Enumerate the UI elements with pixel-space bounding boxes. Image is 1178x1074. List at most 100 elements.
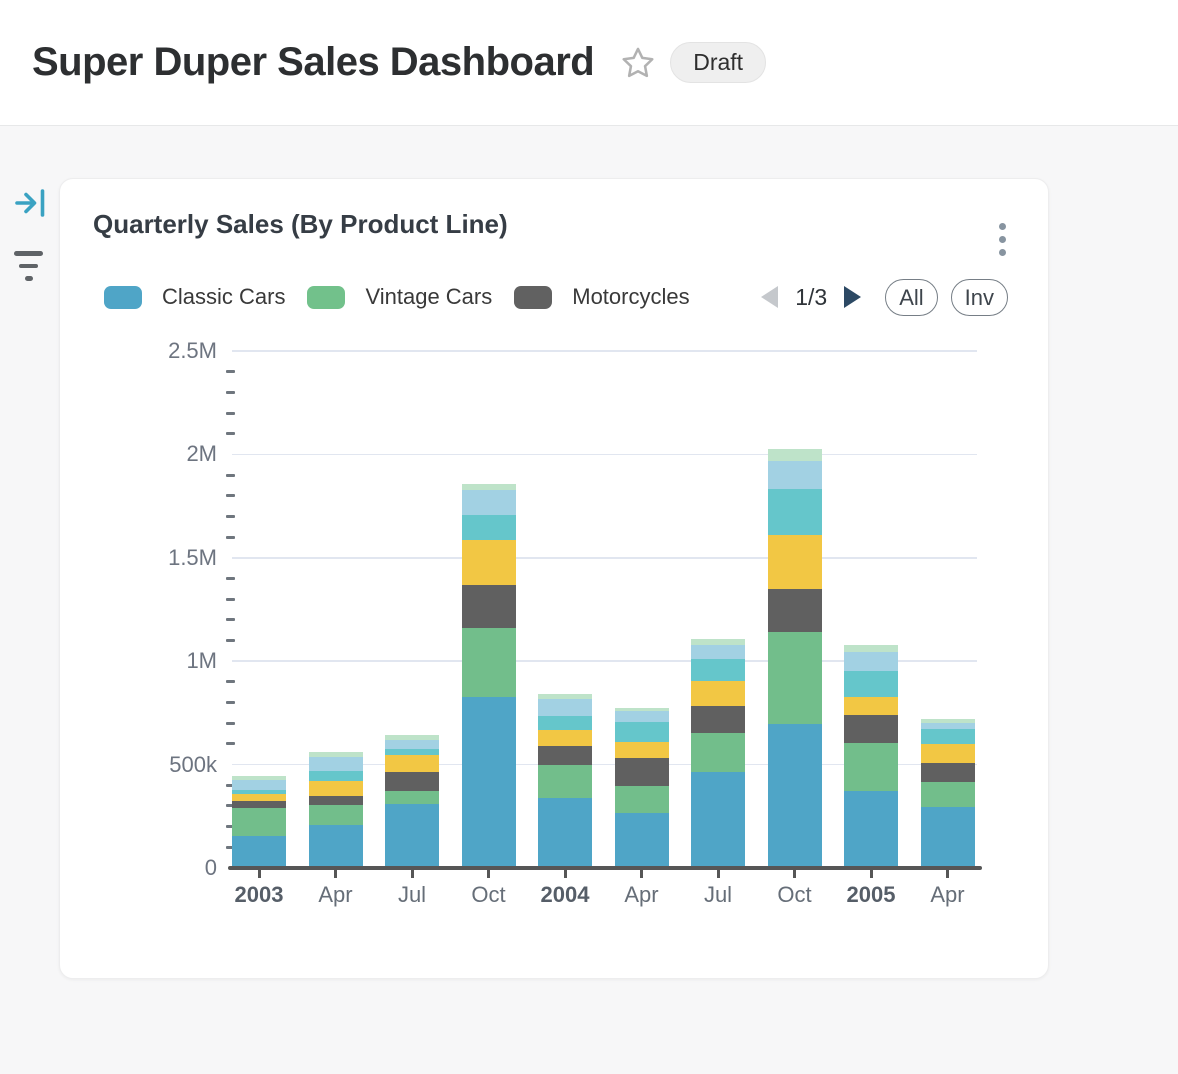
bar-segment[interactable] [385, 749, 439, 755]
bar-segment[interactable] [232, 790, 286, 794]
bar-segment[interactable] [768, 449, 822, 462]
y-minor-tick [226, 515, 235, 518]
bar-segment[interactable] [844, 671, 898, 697]
bar-segment[interactable] [309, 771, 363, 781]
bar-segment[interactable] [385, 804, 439, 868]
bar-segment[interactable] [232, 794, 286, 802]
bar-segment[interactable] [232, 836, 286, 868]
bar-segment[interactable] [615, 813, 669, 868]
expand-panel-icon[interactable] [14, 188, 48, 223]
y-minor-tick [226, 370, 235, 373]
bar-segment[interactable] [232, 808, 286, 836]
bar-segment[interactable] [691, 706, 745, 733]
bar-segment[interactable] [462, 484, 516, 491]
bar-segment[interactable] [615, 786, 669, 813]
bar-segment[interactable] [768, 589, 822, 632]
bar-segment[interactable] [309, 825, 363, 868]
bar-segment[interactable] [309, 805, 363, 825]
bar-segment[interactable] [844, 652, 898, 671]
bar-segment[interactable] [232, 776, 286, 780]
y-minor-tick [226, 680, 235, 683]
bar-segment[interactable] [691, 772, 745, 868]
bar-segment[interactable] [844, 743, 898, 791]
bar-segment[interactable] [768, 461, 822, 489]
y-axis-label: 2M [137, 441, 217, 467]
bar-segment[interactable] [921, 807, 975, 868]
filter-icon[interactable] [14, 251, 48, 281]
bar-segment[interactable] [232, 780, 286, 790]
bar-segment[interactable] [538, 765, 592, 799]
bar-segment[interactable] [538, 694, 592, 699]
bar-segment[interactable] [462, 585, 516, 628]
bar-segment[interactable] [462, 515, 516, 540]
bar-segment[interactable] [615, 742, 669, 758]
bar-segment[interactable] [538, 716, 592, 730]
bar-segment[interactable] [385, 755, 439, 772]
bar-segment[interactable] [309, 757, 363, 771]
x-axis-tick [717, 870, 720, 878]
bar-segment[interactable] [691, 659, 745, 682]
bar-segment[interactable] [921, 763, 975, 782]
x-axis-tick [411, 870, 414, 878]
bar-segment[interactable] [385, 735, 439, 740]
y-axis-label: 2.5M [137, 338, 217, 364]
bar-segment[interactable] [462, 490, 516, 515]
bar-segment[interactable] [844, 791, 898, 868]
bar-segment[interactable] [921, 782, 975, 807]
y-minor-tick [226, 412, 235, 415]
bar-segment[interactable] [615, 711, 669, 722]
bar-segment[interactable] [768, 632, 822, 724]
bar-segment[interactable] [232, 801, 286, 808]
bar-segment[interactable] [462, 697, 516, 868]
bar-segment[interactable] [462, 628, 516, 697]
bar-segment[interactable] [538, 699, 592, 716]
bar-segment[interactable] [538, 798, 592, 868]
stacked-bar-chart: 2.5M2M1.5M1M500k02003AprJulOct2004AprJul… [60, 179, 1048, 978]
y-minor-tick [226, 598, 235, 601]
bar-segment[interactable] [921, 723, 975, 729]
bar-segment[interactable] [844, 645, 898, 652]
bar-segment[interactable] [691, 681, 745, 705]
y-axis-label: 1.5M [137, 545, 217, 571]
bar-segment[interactable] [309, 752, 363, 757]
bar-segment[interactable] [615, 758, 669, 786]
y-minor-tick [226, 391, 235, 394]
x-axis-tick [793, 870, 796, 878]
y-minor-tick [226, 742, 235, 745]
bar-segment[interactable] [462, 540, 516, 585]
bar-segment[interactable] [691, 645, 745, 659]
bar-segment[interactable] [921, 744, 975, 763]
x-axis-tick [487, 870, 490, 878]
sidebar-rail [14, 188, 48, 303]
bar-segment[interactable] [385, 772, 439, 791]
bar-segment[interactable] [844, 697, 898, 715]
bar-segment[interactable] [844, 715, 898, 743]
y-axis-label: 1M [137, 648, 217, 674]
bar-segment[interactable] [691, 639, 745, 645]
bar-segment[interactable] [385, 740, 439, 749]
bar-segment[interactable] [309, 781, 363, 796]
x-axis-tick [640, 870, 643, 878]
y-minor-tick [226, 577, 235, 580]
y-minor-tick [226, 474, 235, 477]
bar-segment[interactable] [615, 722, 669, 742]
y-minor-tick [226, 432, 235, 435]
bar-segment[interactable] [538, 746, 592, 764]
bar-segment[interactable] [768, 535, 822, 589]
bar-segment[interactable] [768, 489, 822, 535]
bar-segment[interactable] [768, 724, 822, 868]
bar-segment[interactable] [921, 719, 975, 723]
bar-segment[interactable] [615, 708, 669, 711]
y-minor-tick [226, 701, 235, 704]
y-gridline [232, 350, 977, 352]
bar-segment[interactable] [921, 729, 975, 744]
bar-segment[interactable] [385, 791, 439, 803]
bar-segment[interactable] [309, 796, 363, 805]
y-gridline [232, 454, 977, 456]
page-title: Super Duper Sales Dashboard [32, 40, 594, 85]
y-minor-tick [226, 639, 235, 642]
y-minor-tick [226, 494, 235, 497]
favorite-star-icon[interactable] [620, 45, 656, 81]
bar-segment[interactable] [691, 733, 745, 773]
bar-segment[interactable] [538, 730, 592, 746]
